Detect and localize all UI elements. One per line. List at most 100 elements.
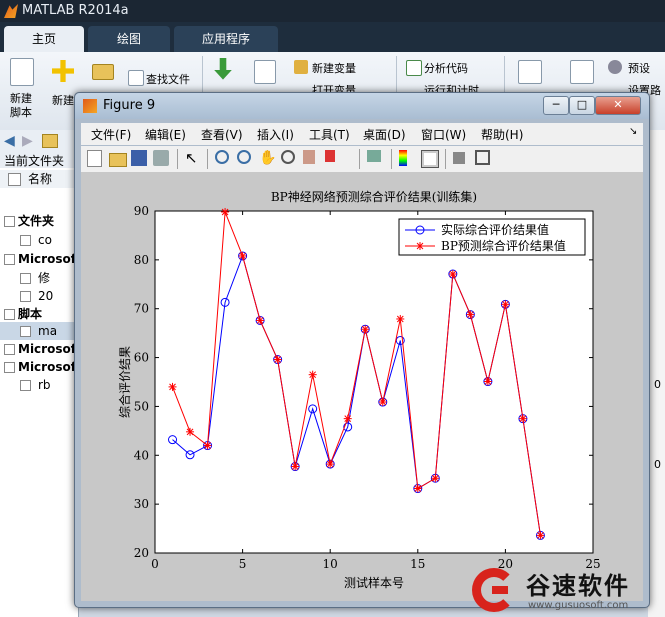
new-variable-button[interactable]: 新建变量: [312, 60, 356, 76]
series-2-point: [378, 398, 387, 407]
pan-hand-icon[interactable]: ✋: [259, 150, 276, 166]
link-plot-icon[interactable]: [367, 150, 381, 162]
analyze-code-button[interactable]: 分析代码: [424, 60, 468, 76]
layout-icon[interactable]: [570, 60, 594, 84]
figure-toolbar: ↖ ✋: [81, 146, 643, 173]
folder-nav-bar: ◀ ▶ 当前文件夹: [0, 130, 78, 168]
series-2-point: [396, 314, 405, 323]
y-tick-label: 60: [134, 351, 149, 365]
x-tick-label: 0: [151, 557, 159, 571]
pointer-icon[interactable]: ↖: [185, 150, 201, 166]
print-icon[interactable]: [153, 150, 169, 166]
file-list-label: Microsof: [18, 342, 76, 356]
folder-group-header[interactable]: 文件夹: [0, 212, 78, 230]
series-2-point: [291, 462, 300, 471]
watermark-text: 谷速软件: [526, 572, 630, 600]
series-2-point: [466, 310, 475, 319]
menu-overflow-icon[interactable]: ↘: [629, 126, 637, 137]
brush-icon[interactable]: [325, 150, 335, 162]
folder-group-header[interactable]: Microsof: [0, 250, 78, 268]
column-header[interactable]: 名称: [0, 170, 78, 188]
folder-group-header[interactable]: Microsof: [0, 358, 78, 376]
find-files-button[interactable]: 查找文件: [146, 71, 190, 87]
tab-plots[interactable]: 绘图: [88, 26, 170, 52]
x-tick-label: 10: [323, 557, 338, 571]
name-column: 名称: [28, 172, 53, 186]
current-folder-label: 当前文件夹: [4, 154, 65, 168]
new-script-button[interactable]: 新建 脚本: [10, 92, 40, 120]
series-2-point: [168, 382, 177, 391]
x-tick-label: 5: [239, 557, 247, 571]
tab-apps[interactable]: 应用程序: [174, 26, 278, 52]
gear-icon: [608, 60, 622, 74]
save-workspace-icon[interactable]: [254, 60, 276, 84]
menu-tools[interactable]: 工具(T): [309, 126, 350, 143]
y-tick-label: 80: [134, 253, 149, 267]
open-folder-icon[interactable]: [92, 64, 114, 80]
menu-file[interactable]: 文件(F): [91, 126, 131, 143]
file-list-label: 文件夹: [18, 214, 55, 228]
y-tick-label: 90: [134, 204, 149, 218]
preferences-button[interactable]: 预设: [628, 60, 650, 76]
minimize-button[interactable]: ─: [543, 96, 569, 115]
colorbar-icon[interactable]: [399, 150, 407, 166]
zoom-out-icon[interactable]: [237, 150, 251, 164]
simulink-icon[interactable]: [518, 60, 542, 84]
new-plus-icon[interactable]: [52, 60, 74, 82]
folder-group-header[interactable]: 脚本: [0, 305, 78, 323]
ribbon-tabs: 主页 绘图 应用程序: [0, 22, 665, 52]
file-list-item[interactable]: 20: [0, 287, 78, 305]
hide-plot-tools-icon[interactable]: [453, 152, 465, 164]
series-2-point: [203, 441, 212, 450]
right-panel-edge: 0 0: [648, 130, 665, 617]
legend-icon[interactable]: [421, 150, 439, 168]
new-button[interactable]: 新建: [52, 92, 74, 108]
data-cursor-icon[interactable]: [303, 150, 315, 164]
y-axis-label: 综合评价结果: [117, 346, 132, 418]
show-plot-tools-icon[interactable]: [475, 150, 490, 165]
file-icon: [20, 273, 31, 284]
maximize-button[interactable]: □: [569, 96, 595, 115]
zoom-in-icon[interactable]: [215, 150, 229, 164]
file-list-item[interactable]: co: [0, 231, 78, 249]
menu-help[interactable]: 帮助(H): [481, 126, 523, 143]
series-2-point: [413, 484, 422, 493]
series-2-point: [518, 414, 527, 423]
file-list-item[interactable]: rb: [0, 376, 78, 394]
series-2-point: [431, 474, 440, 483]
import-data-icon[interactable]: [214, 58, 232, 80]
tab-home[interactable]: 主页: [4, 26, 84, 52]
series-2-point: [308, 370, 317, 379]
figure-titlebar[interactable]: Figure 9 ─ □ ✕: [75, 93, 649, 119]
file-list-item[interactable]: 修: [0, 269, 78, 287]
close-button[interactable]: ✕: [595, 96, 641, 115]
menu-edit[interactable]: 编辑(E): [145, 126, 186, 143]
save-icon[interactable]: [131, 150, 147, 166]
forward-arrow-icon[interactable]: ▶: [22, 133, 33, 149]
file-list-label: ma: [38, 324, 58, 338]
menu-window[interactable]: 窗口(W): [421, 126, 466, 143]
rotate-3d-icon[interactable]: [281, 150, 295, 164]
menu-view[interactable]: 查看(V): [201, 126, 243, 143]
series-2-point: [361, 325, 370, 334]
legend-label: BP预测综合评价结果值: [441, 238, 566, 253]
figure-menubar: 文件(F) 编辑(E) 查看(V) 插入(I) 工具(T) 桌面(D) 窗口(W…: [81, 123, 643, 145]
new-figure-icon[interactable]: [87, 150, 102, 167]
file-list-item[interactable]: ma: [0, 322, 78, 340]
edge-value: 0: [654, 458, 661, 471]
open-file-icon[interactable]: [109, 153, 127, 167]
app-titlebar: MATLAB R2014a: [0, 0, 665, 22]
figure-window: Figure 9 ─ □ ✕ 文件(F) 编辑(E) 查看(V) 插入(I) 工…: [74, 92, 650, 608]
legend[interactable]: 实际综合评价结果值BP预测综合评价结果值: [398, 218, 586, 256]
file-icon: [20, 326, 31, 337]
menu-desktop[interactable]: 桌面(D): [363, 126, 406, 143]
folder-group-header[interactable]: Microsof: [0, 340, 78, 358]
figure-canvas: BP神经网络预测综合评价结果(训练集) 测试样本号 综合评价结果 0 5 10 15 2…: [81, 173, 643, 601]
back-arrow-icon[interactable]: ◀: [4, 133, 15, 149]
y-tick-label: 70: [134, 302, 149, 316]
series-2-point: [256, 316, 265, 325]
new-script-icon[interactable]: [10, 58, 34, 86]
current-folder-panel: ◀ ▶ 当前文件夹 名称 文件夹 co Microsof 修 20 脚本 ma Microso…: [0, 130, 79, 617]
up-folder-icon[interactable]: [42, 134, 58, 148]
menu-insert[interactable]: 插入(I): [257, 126, 294, 143]
